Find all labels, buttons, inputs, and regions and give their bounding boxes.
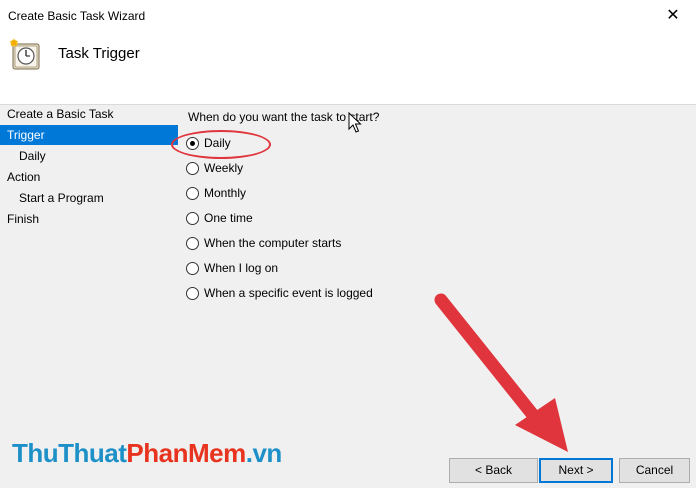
radio-label: When a specific event is logged: [204, 286, 373, 300]
radio-label: When the computer starts: [204, 236, 342, 250]
watermark-part-1: ThuThuat: [12, 438, 127, 468]
sidebar-item-trigger[interactable]: Trigger: [0, 125, 178, 145]
title-bar: Create Basic Task Wizard ✕: [0, 0, 696, 32]
sidebar-item-label: Action: [7, 170, 41, 184]
close-icon[interactable]: ✕: [650, 0, 696, 32]
watermark-part-2: PhanMem: [126, 438, 246, 468]
radio-button[interactable]: [186, 237, 199, 250]
radio-button[interactable]: [186, 287, 199, 300]
page-title: Task Trigger: [58, 45, 140, 62]
sidebar-item-label: Finish: [7, 212, 40, 226]
sidebar-item-finish[interactable]: Finish: [0, 209, 178, 229]
sidebar-item-label: Trigger: [7, 128, 45, 142]
sidebar-item-start-a-program[interactable]: Start a Program: [0, 188, 178, 208]
radio-label: When I log on: [204, 261, 279, 275]
radio-label: Weekly: [204, 161, 244, 175]
radio-label: Monthly: [204, 186, 247, 200]
highlight-ellipse: [171, 130, 271, 159]
radio-button[interactable]: [186, 212, 199, 225]
sidebar-item-label: Daily: [19, 149, 46, 163]
sidebar-item-action[interactable]: Action: [0, 167, 178, 187]
radio-button[interactable]: [186, 187, 199, 200]
watermark-part-3: .vn: [245, 438, 283, 468]
back-button[interactable]: < Back: [449, 458, 538, 483]
clock-icon: [9, 38, 40, 70]
radio-label: One time: [204, 211, 253, 225]
radio-button[interactable]: [186, 262, 199, 275]
sidebar-item-label: Create a Basic Task: [7, 107, 114, 121]
radio-button[interactable]: [186, 162, 199, 175]
wizard-steps-sidebar: Create a Basic Task Trigger Daily Action…: [0, 104, 178, 488]
sidebar-item-daily[interactable]: Daily: [0, 146, 178, 166]
sidebar-item-label: Start a Program: [19, 191, 104, 205]
cancel-button[interactable]: Cancel: [619, 458, 690, 483]
window-title: Create Basic Task Wizard: [8, 9, 146, 23]
sidebar-item-create-basic-task[interactable]: Create a Basic Task: [0, 104, 178, 124]
mouse-cursor-icon: [348, 112, 362, 133]
watermark-logo: ThuThuatPhanMem.vn: [12, 438, 282, 469]
next-button[interactable]: Next >: [539, 458, 613, 483]
trigger-panel: When do you want the task to start? Dail…: [178, 104, 696, 488]
wizard-header: Task Trigger: [0, 32, 696, 105]
